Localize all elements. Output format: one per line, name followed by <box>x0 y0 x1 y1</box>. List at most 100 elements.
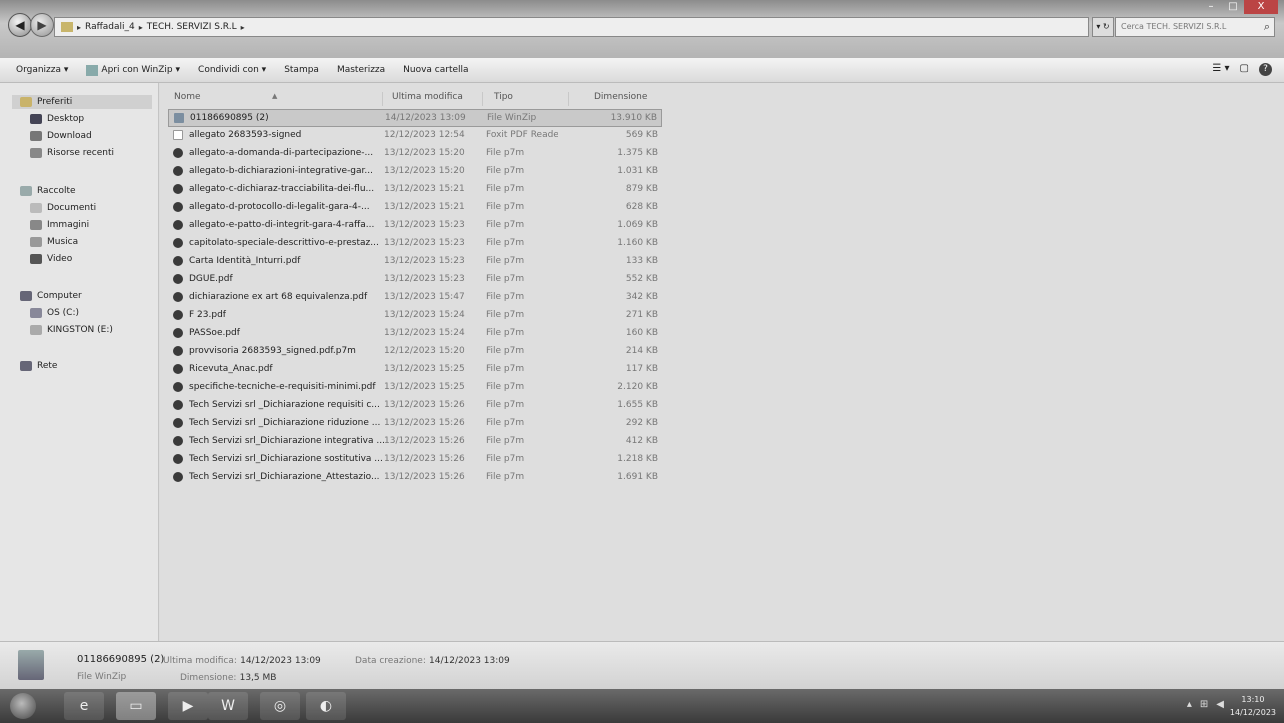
search-input[interactable]: Cerca TECH. SERVIZI S.R.L ⌕ <box>1115 17 1275 37</box>
nav-video[interactable]: Video <box>30 254 72 264</box>
file-row[interactable]: F 23.pdf 13/12/2023 15:24 File p7m 271 KB <box>168 307 662 325</box>
nav-documents-label: Documenti <box>47 203 97 213</box>
burn-button[interactable]: Masterizza <box>337 65 385 75</box>
nav-usb-drive[interactable]: KINGSTON (E:) <box>30 325 113 335</box>
internet-explorer-button[interactable]: e <box>64 692 104 720</box>
print-button[interactable]: Stampa <box>284 65 319 75</box>
file-modified: 13/12/2023 15:25 <box>384 382 465 392</box>
network-tray-icon[interactable]: ⊞ <box>1200 699 1208 710</box>
nav-os-drive[interactable]: OS (C:) <box>30 308 79 318</box>
file-row[interactable]: allegato-d-protocollo-di-legalit-gara-4-… <box>168 199 662 217</box>
open-with-winzip-button[interactable]: Apri con WinZip ▾ <box>86 64 180 76</box>
nav-music[interactable]: Musica <box>30 237 78 247</box>
file-row[interactable]: allegato-e-patto-di-integrit-gara-4-raff… <box>168 217 662 235</box>
file-size: 133 KB <box>625 256 658 266</box>
file-type: File p7m <box>486 310 525 320</box>
file-row[interactable]: Tech Servizi srl_Dichiarazione_Attestazi… <box>168 469 662 487</box>
pdf-file-icon <box>173 130 183 140</box>
new-folder-button[interactable]: Nuova cartella <box>403 65 468 75</box>
share-button[interactable]: Condividi con ▾ <box>198 65 266 75</box>
column-name[interactable]: Nome <box>174 92 201 102</box>
nav-computer[interactable]: Computer <box>20 291 82 301</box>
file-row[interactable]: 01186690895 (2) 14/12/2023 13:09 File WinZ… <box>168 109 662 127</box>
clock[interactable]: 13:10 14/12/2023 <box>1230 693 1276 719</box>
print-label: Stampa <box>284 65 319 75</box>
file-row[interactable]: specifiche-tecniche-e-requisiti-minimi.p… <box>168 379 662 397</box>
file-row[interactable]: allegato-b-dichiarazioni-integrative-gar… <box>168 163 662 181</box>
p7m-file-icon <box>173 400 183 410</box>
nav-documents[interactable]: Documenti <box>30 203 96 213</box>
minimize-button[interactable]: – <box>1200 0 1222 14</box>
back-button[interactable]: ◀ <box>8 13 32 37</box>
file-row[interactable]: Tech Servizi srl _Dichiarazione requisit… <box>168 397 662 415</box>
media-player-button[interactable]: ▶ <box>168 692 208 720</box>
column-size[interactable]: Dimensione <box>594 92 647 102</box>
navigation-pane: Preferiti Desktop Download Risorse recen… <box>0 83 159 641</box>
details-modified-label: Ultima modifica: <box>163 656 237 666</box>
system-tray: ▴ ⊞ ◀ <box>1187 699 1224 710</box>
address-bar[interactable]: ▸ Raffadali_4 ▸ TECH. SERVIZI S.R.L ▸ <box>54 17 1089 37</box>
help-icon[interactable]: ? <box>1259 63 1272 76</box>
nav-download[interactable]: Download <box>30 131 92 141</box>
file-modified: 13/12/2023 15:23 <box>384 256 465 266</box>
new-folder-label: Nuova cartella <box>403 65 469 75</box>
nav-network[interactable]: Rete <box>20 361 57 371</box>
file-row[interactable]: dichiarazione ex art 68 equivalenza.pdf 1… <box>168 289 662 307</box>
file-row[interactable]: Carta Identità_Inturri.pdf 13/12/2023 15:… <box>168 253 662 271</box>
close-button[interactable]: X <box>1244 0 1278 14</box>
file-name: allegato-a-domanda-di-partecipazione-... <box>189 148 374 158</box>
file-row[interactable]: DGUE.pdf 13/12/2023 15:23 File p7m 552 KB <box>168 271 662 289</box>
file-row[interactable]: allegato-a-domanda-di-partecipazione-...… <box>168 145 662 163</box>
start-button[interactable] <box>10 693 36 719</box>
breadcrumb-tech-servizi[interactable]: TECH. SERVIZI S.R.L <box>147 22 237 32</box>
column-modified[interactable]: Ultima modifica <box>392 92 463 102</box>
breadcrumb-raffadali[interactable]: Raffadali_4 <box>85 22 135 32</box>
tray-expand-icon[interactable]: ▴ <box>1187 699 1192 710</box>
nav-recent[interactable]: Risorse recenti <box>30 148 114 158</box>
file-modified: 13/12/2023 15:26 <box>384 472 465 482</box>
word-button[interactable]: W <box>208 692 248 720</box>
forward-button[interactable]: ▶ <box>30 13 54 37</box>
column-type[interactable]: Tipo <box>494 92 513 102</box>
play-icon: ▶ <box>182 698 194 714</box>
file-name: provvisoria 2683593_signed.pdf.p7m <box>189 346 356 356</box>
file-type: File p7m <box>486 184 525 194</box>
p7m-file-icon <box>173 220 183 230</box>
file-type: File p7m <box>486 292 525 302</box>
file-size: 214 KB <box>625 346 658 356</box>
nav-favorites[interactable]: Preferiti <box>12 95 153 109</box>
file-name: Carta Identità_Inturri.pdf <box>189 256 301 266</box>
column-header: ▲ Nome Ultima modifica Tipo Dimensione <box>160 83 760 107</box>
maximize-button[interactable]: □ <box>1222 0 1244 14</box>
nav-desktop[interactable]: Desktop <box>30 114 84 124</box>
refresh-button[interactable]: ▾ ↻ <box>1092 17 1114 37</box>
file-row[interactable]: capitolato-speciale-descrittivo-e-presta… <box>168 235 662 253</box>
chrome-button[interactable]: ◎ <box>260 692 300 720</box>
nav-libraries[interactable]: Raccolte <box>20 186 76 196</box>
app-button[interactable]: ◐ <box>306 692 346 720</box>
nav-computer-label: Computer <box>37 291 82 301</box>
details-created-value: 14/12/2023 13:09 <box>429 656 510 666</box>
view-options-icon[interactable]: ☰ ▾ <box>1212 63 1229 76</box>
folder-icon: ▭ <box>129 698 143 714</box>
winzip-icon <box>86 64 99 76</box>
file-row[interactable]: Tech Servizi srl _Dichiarazione riduzion… <box>168 415 662 433</box>
file-modified: 13/12/2023 15:26 <box>384 454 465 464</box>
file-row[interactable]: Tech Servizi srl_Dichiarazione sostituti… <box>168 451 662 469</box>
preview-pane-icon[interactable]: ▢ <box>1240 63 1249 76</box>
volume-icon[interactable]: ◀ <box>1216 699 1224 710</box>
file-row[interactable]: PASSoe.pdf 13/12/2023 15:24 File p7m 160 KB <box>168 325 662 343</box>
file-type: File p7m <box>486 364 525 374</box>
file-row[interactable]: allegato-c-dichiaraz-tracciabilita-dei-f… <box>168 181 662 199</box>
organize-button[interactable]: Organizza ▾ <box>16 65 68 75</box>
file-row[interactable]: provvisoria 2683593_signed.pdf.p7m 12/12/… <box>168 343 662 361</box>
file-row[interactable]: Tech Servizi srl_Dichiarazione integrati… <box>168 433 662 451</box>
explorer-button[interactable]: ▭ <box>116 692 156 720</box>
file-size: 1.691 KB <box>617 472 658 482</box>
star-icon <box>20 97 32 107</box>
refresh-icon: ▾ ↻ <box>1096 22 1110 31</box>
file-row[interactable]: allegato 2683593-signed 12/12/2023 12:54 F… <box>168 127 662 145</box>
sort-arrow-icon: ▲ <box>272 92 278 100</box>
file-row[interactable]: Ricevuta_Anac.pdf 13/12/2023 15:25 File p7… <box>168 361 662 379</box>
nav-pictures[interactable]: Immagini <box>30 220 89 230</box>
